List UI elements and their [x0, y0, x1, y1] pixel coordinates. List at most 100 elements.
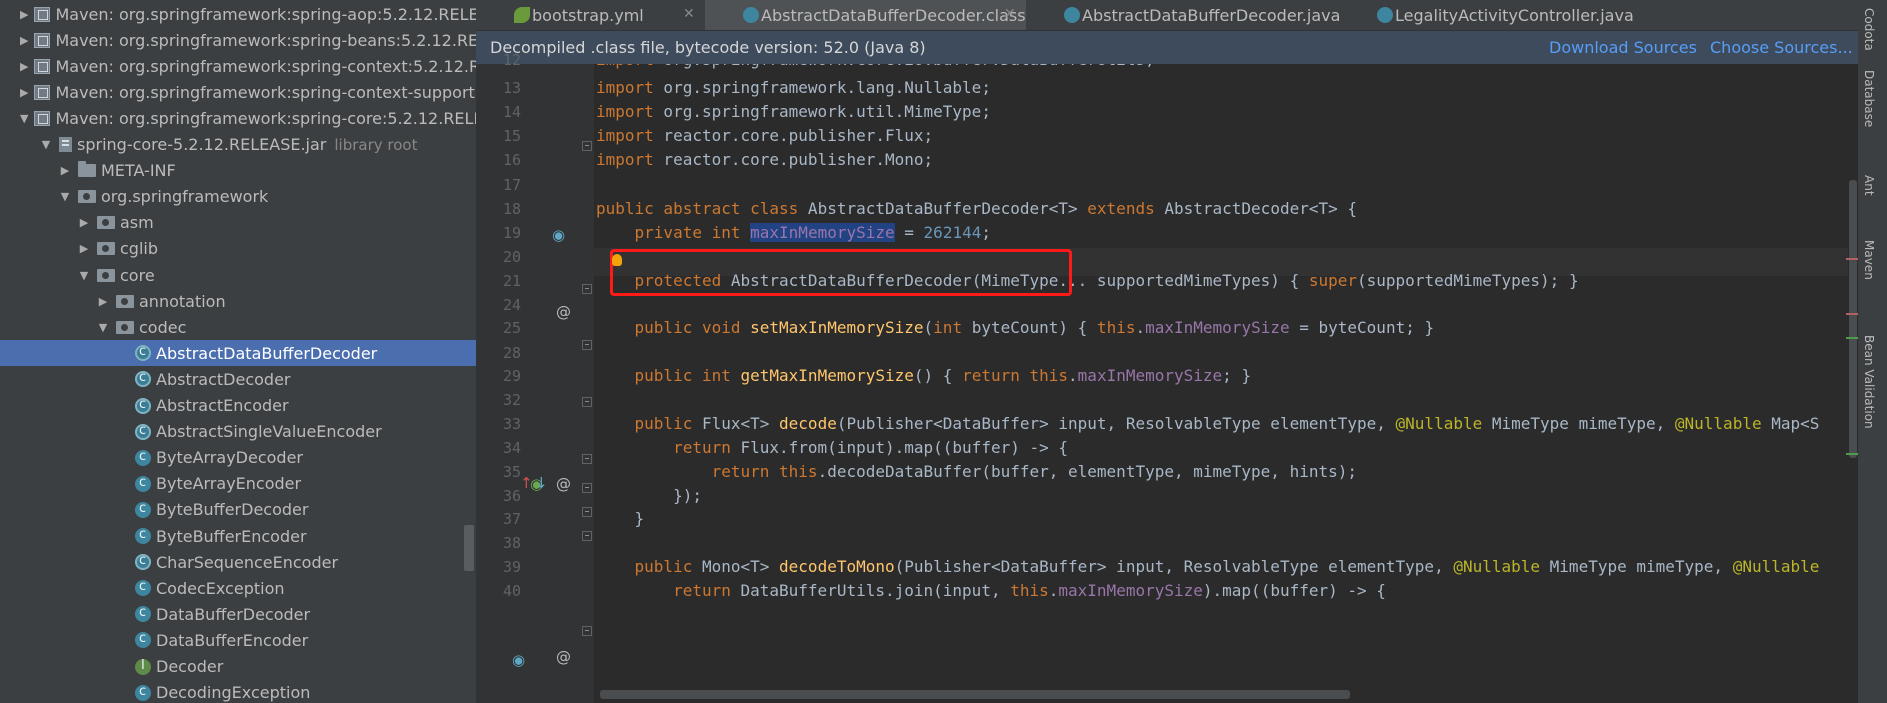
- change-stripe-mark[interactable]: [1846, 453, 1858, 455]
- fold-toggle-icon[interactable]: [582, 454, 592, 464]
- tree-item-label: DataBufferEncoder: [156, 630, 309, 650]
- fold-toggle-icon[interactable]: [582, 397, 592, 407]
- fold-toggle-icon[interactable]: [582, 284, 592, 294]
- code-line[interactable]: public Flux<T> decode(Publisher<DataBuff…: [596, 414, 1820, 433]
- tool-window-ant[interactable]: Ant: [1862, 175, 1876, 196]
- tree-item[interactable]: AbstractSingleValueEncoder: [0, 419, 476, 445]
- tree-item[interactable]: DataBufferEncoder: [0, 627, 476, 653]
- line-number: 28: [502, 344, 521, 362]
- tree-item[interactable]: DataBufferDecoder: [0, 601, 476, 627]
- code-line[interactable]: return this.decodeDataBuffer(buffer, ele…: [596, 462, 1357, 481]
- tree-item[interactable]: ▶ annotation: [0, 288, 476, 314]
- code-line[interactable]: }: [596, 509, 645, 528]
- fold-toggle-icon[interactable]: [582, 531, 592, 541]
- tree-item[interactable]: AbstractEncoder: [0, 393, 476, 419]
- chevron-right-icon[interactable]: ▶: [20, 34, 28, 47]
- tree-item[interactable]: ▶ cglib: [0, 236, 476, 262]
- chevron-down-icon[interactable]: ▼: [20, 112, 28, 125]
- implements-marker-icon[interactable]: ◉: [552, 226, 565, 244]
- editor-scroll-thumb[interactable]: [1849, 180, 1857, 458]
- tree-item[interactable]: ByteBufferEncoder: [0, 523, 476, 549]
- editor-tab[interactable]: AbstractDataBufferDecoder.class ✕: [705, 0, 1026, 30]
- fold-toggle-icon[interactable]: [582, 626, 592, 636]
- code-line[interactable]: import reactor.core.publisher.Flux;: [596, 126, 933, 145]
- package-icon: [97, 216, 115, 230]
- chevron-right-icon[interactable]: ▶: [96, 295, 110, 308]
- chevron-right-icon[interactable]: ▶: [77, 216, 91, 229]
- tool-window-codota[interactable]: Codota: [1862, 8, 1876, 51]
- editor-tab[interactable]: bootstrap.yml ✕: [476, 0, 705, 30]
- tree-item[interactable]: ByteArrayDecoder: [0, 445, 476, 471]
- code-line[interactable]: import reactor.core.publisher.Mono;: [596, 150, 933, 169]
- tree-item[interactable]: ▼ codec: [0, 314, 476, 340]
- editor-tab[interactable]: LegalityActivityController.java: [1339, 0, 1728, 30]
- chevron-down-icon[interactable]: ▼: [77, 269, 91, 282]
- fold-toggle-icon[interactable]: [582, 141, 592, 151]
- line-number: 39: [502, 558, 521, 576]
- implements-marker-icon[interactable]: ◉: [512, 651, 525, 669]
- chevron-right-icon[interactable]: ▶: [20, 60, 28, 73]
- tree-item[interactable]: ▶ Maven: org.springframework:spring-aop:5…: [0, 1, 476, 27]
- tree-item[interactable]: ▶ asm: [0, 210, 476, 236]
- tree-item[interactable]: ▶ Maven: org.springframework:spring-beans…: [0, 27, 476, 53]
- editor-hscroll-thumb[interactable]: [600, 690, 1350, 699]
- tree-item[interactable]: ▼ Maven: org.springframework:spring-core:…: [0, 105, 476, 131]
- tree-item[interactable]: ByteArrayEncoder: [0, 471, 476, 497]
- chevron-right-icon[interactable]: ▶: [77, 242, 91, 255]
- code-line[interactable]: import org.springframework.util.MimeType…: [596, 102, 991, 121]
- lightbulb-icon[interactable]: [612, 254, 622, 266]
- tree-item[interactable]: DecodingException: [0, 680, 476, 703]
- chevron-down-icon[interactable]: ▼: [96, 321, 110, 334]
- chevron-right-icon[interactable]: ▶: [58, 164, 72, 177]
- code-line[interactable]: public int getMaxInMemorySize() { return…: [596, 366, 1252, 385]
- tree-item[interactable]: ▶ META-INF: [0, 158, 476, 184]
- chevron-right-icon[interactable]: ▶: [20, 8, 28, 21]
- code-line[interactable]: import org.springframework.lang.Nullable…: [596, 78, 991, 97]
- tree-item[interactable]: ▼ spring-core-5.2.12.RELEASE.jar library r…: [0, 132, 476, 158]
- annotation-marker-icon[interactable]: @: [556, 475, 571, 493]
- annotation-marker-icon[interactable]: @: [556, 648, 571, 666]
- code-line[interactable]: import org.springframework.core.io.buffe…: [596, 64, 1155, 69]
- project-tree[interactable]: ▶ Maven: org.springframework:spring-aop:5…: [0, 0, 476, 703]
- tree-item[interactable]: CodecException: [0, 575, 476, 601]
- fold-toggle-icon[interactable]: [582, 507, 592, 517]
- code-line[interactable]: return DataBufferUtils.join(input, this.…: [596, 581, 1386, 600]
- choose-sources-link[interactable]: Choose Sources...: [1710, 38, 1853, 57]
- code-editor[interactable]: import org.springframework.core.io.buffe…: [594, 64, 1858, 703]
- tree-item[interactable]: AbstractDataBufferDecoder: [0, 340, 476, 367]
- package-icon: [116, 294, 134, 308]
- change-stripe-mark[interactable]: [1846, 337, 1858, 339]
- chevron-down-icon[interactable]: ▼: [58, 190, 72, 203]
- annotation-marker-icon[interactable]: @: [556, 303, 571, 321]
- tool-window-database[interactable]: Database: [1862, 70, 1876, 127]
- code-line[interactable]: public abstract class AbstractDataBuffer…: [596, 199, 1357, 218]
- overridden-down-icon[interactable]: ↓: [535, 474, 548, 492]
- code-line[interactable]: public void setMaxInMemorySize(int byteC…: [596, 318, 1435, 337]
- chevron-right-icon[interactable]: ▶: [20, 86, 28, 99]
- fold-toggle-icon[interactable]: [582, 340, 592, 350]
- fold-toggle-icon[interactable]: [582, 483, 592, 493]
- tree-item[interactable]: ▶ Maven: org.springframework:spring-conte…: [0, 53, 476, 79]
- tree-item[interactable]: ▼ core: [0, 262, 476, 288]
- code-line[interactable]: return Flux.from(input).map((buffer) -> …: [596, 438, 1068, 457]
- code-line[interactable]: });: [596, 486, 702, 505]
- tool-window-bean-validation[interactable]: Bean Validation: [1862, 335, 1876, 429]
- tool-window-maven[interactable]: Maven: [1862, 240, 1876, 280]
- tree-item[interactable]: Decoder: [0, 654, 476, 680]
- close-icon[interactable]: ✕: [1004, 6, 1016, 22]
- tree-item[interactable]: ▶ Maven: org.springframework:spring-conte…: [0, 79, 476, 105]
- code-line[interactable]: private int maxInMemorySize = 262144;: [596, 223, 991, 242]
- tree-item[interactable]: CharSequenceEncoder: [0, 549, 476, 575]
- tree-item[interactable]: ByteBufferDecoder: [0, 497, 476, 523]
- error-stripe-mark[interactable]: [1846, 313, 1858, 315]
- close-icon[interactable]: ✕: [683, 6, 695, 22]
- editor-tab[interactable]: AbstractDataBufferDecoder.java: [1026, 0, 1340, 30]
- chevron-down-icon[interactable]: ▼: [39, 138, 53, 151]
- tree-item[interactable]: AbstractDecoder: [0, 366, 476, 392]
- tree-item[interactable]: ▼ org.springframework: [0, 184, 476, 210]
- error-stripe-mark[interactable]: [1846, 258, 1858, 260]
- download-sources-link[interactable]: Download Sources: [1549, 38, 1697, 57]
- tree-scrollbar[interactable]: [464, 525, 474, 571]
- code-line[interactable]: public Mono<T> decodeToMono(Publisher<Da…: [596, 557, 1820, 576]
- overrides-up-icon[interactable]: ↑: [520, 474, 533, 492]
